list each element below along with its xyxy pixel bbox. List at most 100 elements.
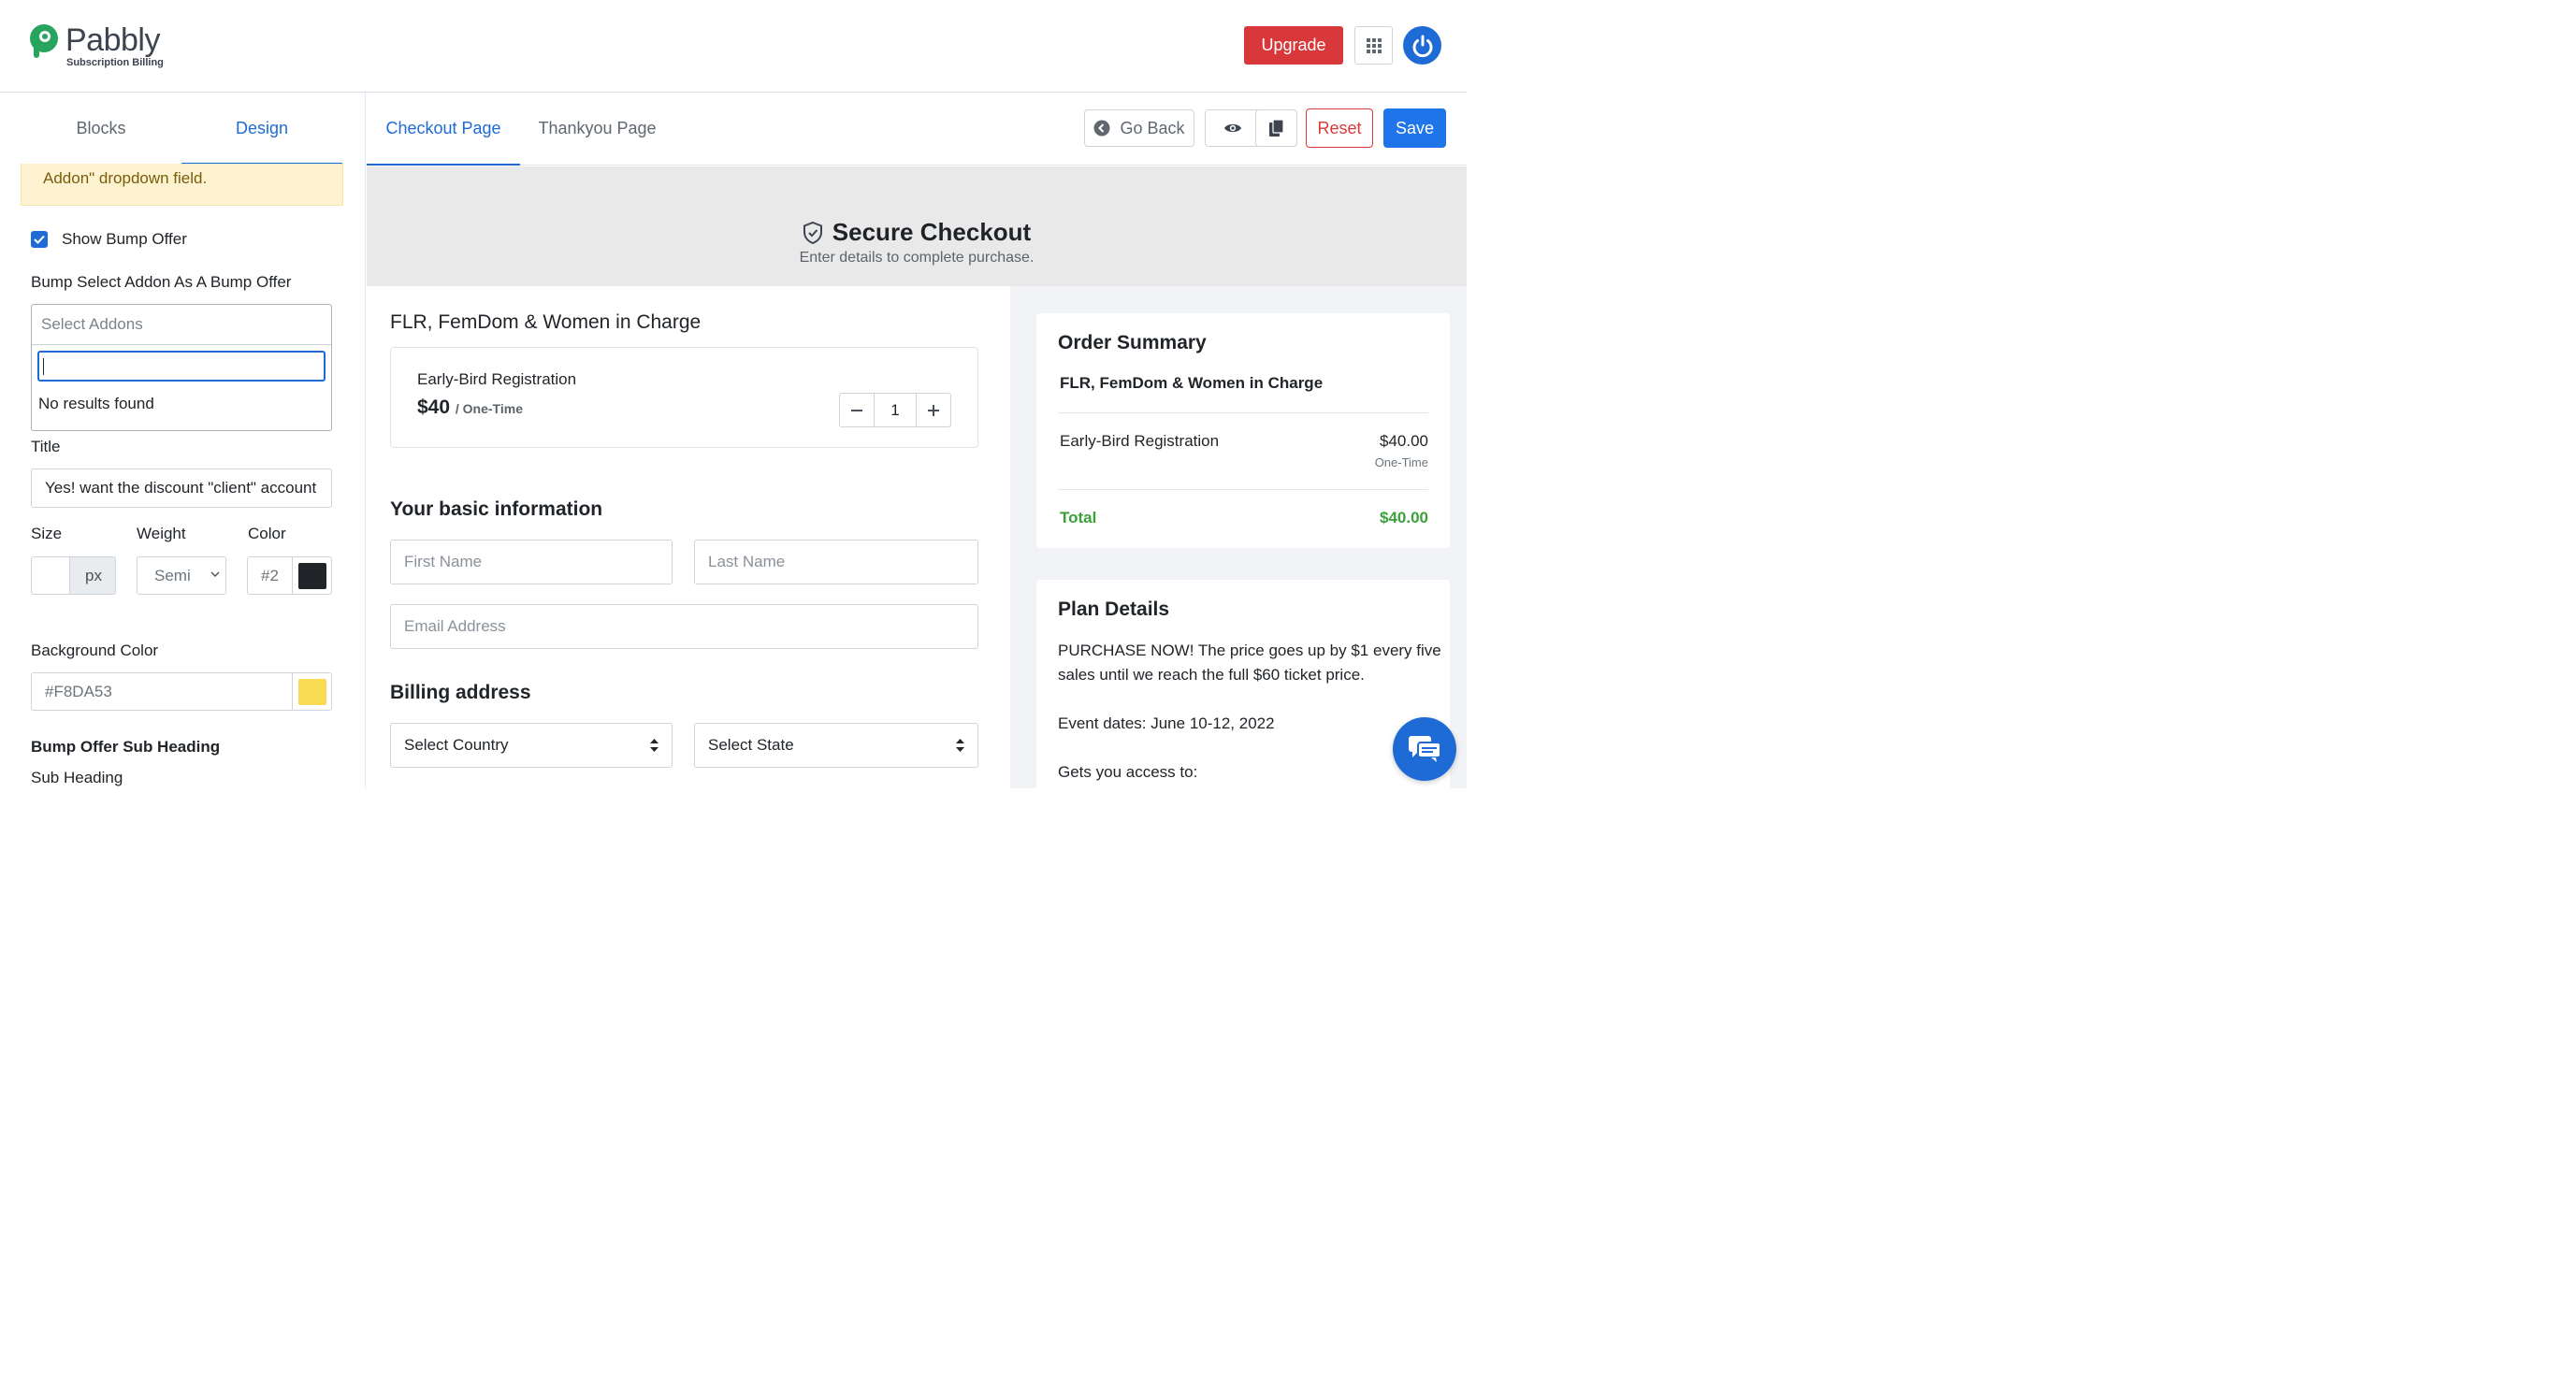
plan-details-title: Plan Details bbox=[1058, 598, 1170, 620]
sort-arrows-icon bbox=[956, 739, 964, 752]
chat-widget-button[interactable] bbox=[1393, 717, 1456, 781]
checkout-header: Secure Checkout Enter details to complet… bbox=[367, 166, 1467, 286]
order-summary-title: Order Summary bbox=[1058, 332, 1207, 353]
quantity-value[interactable]: 1 bbox=[874, 394, 917, 426]
state-select-label: Select State bbox=[708, 736, 794, 754]
top-bar: Pabbly Subscription Billing Upgrade bbox=[0, 0, 1467, 93]
plan-details-paragraph: Event dates: June 10-12, 2022 bbox=[1058, 714, 1275, 732]
show-bump-offer-label: Show Bump Offer bbox=[62, 230, 187, 248]
decrement-button[interactable] bbox=[840, 394, 874, 426]
checkout-sidebar: Order Summary FLR, FemDom & Women in Cha… bbox=[1010, 286, 1467, 804]
show-bump-offer-checkbox[interactable] bbox=[31, 231, 48, 248]
show-bump-offer-row[interactable]: Show Bump Offer bbox=[31, 229, 187, 250]
color-swatch bbox=[297, 562, 326, 589]
increment-button[interactable] bbox=[917, 394, 950, 426]
addon-select[interactable]: Select Addons No results found bbox=[31, 304, 332, 431]
secure-checkout-title: Secure Checkout bbox=[832, 218, 1032, 246]
tab-checkout-page[interactable]: Checkout Page bbox=[367, 93, 520, 166]
state-select[interactable]: Select State bbox=[694, 723, 978, 768]
shield-check-icon bbox=[803, 221, 822, 244]
plan-details-card: Plan Details PURCHASE NOW! The price goe… bbox=[1036, 580, 1450, 804]
total-label: Total bbox=[1060, 509, 1097, 526]
apps-button[interactable] bbox=[1354, 26, 1393, 65]
minus-icon bbox=[851, 409, 862, 411]
power-icon bbox=[1412, 35, 1432, 57]
logo-mark-icon bbox=[30, 24, 58, 58]
reset-button[interactable]: Reset bbox=[1306, 108, 1373, 148]
weight-label: Weight bbox=[137, 525, 186, 542]
plus-icon bbox=[928, 404, 939, 416]
country-select[interactable]: Select Country bbox=[390, 723, 673, 768]
tab-blocks[interactable]: Blocks bbox=[21, 93, 181, 165]
size-unit: px bbox=[69, 557, 115, 594]
plan-price-row: $40 / One-Time bbox=[417, 396, 523, 419]
order-item-amount: $40.00 bbox=[1380, 432, 1428, 450]
save-button[interactable]: Save bbox=[1383, 108, 1446, 148]
total-amount: $40.00 bbox=[1380, 509, 1428, 526]
info-notice: Addon" dropdown field. bbox=[21, 164, 343, 206]
title-input[interactable]: Yes! want the discount "client" account bbox=[31, 469, 332, 508]
preview-button[interactable] bbox=[1205, 109, 1261, 147]
background-swatch-button[interactable] bbox=[292, 673, 331, 710]
logo-name: Pabbly bbox=[65, 22, 160, 58]
order-summary-card: Order Summary FLR, FemDom & Women in Cha… bbox=[1036, 313, 1450, 548]
plan-details-paragraph: PURCHASE NOW! The price goes up by $1 ev… bbox=[1058, 642, 1441, 684]
sub-heading-section-title: Bump Offer Sub Heading bbox=[31, 738, 221, 756]
addon-search-input[interactable] bbox=[37, 351, 326, 382]
sort-arrows-icon bbox=[650, 739, 658, 752]
color-label: Color bbox=[248, 525, 286, 542]
upgrade-button[interactable]: Upgrade bbox=[1244, 26, 1343, 65]
color-value: #2 bbox=[261, 567, 279, 584]
text-caret bbox=[43, 358, 44, 375]
order-item-name: Early-Bird Registration bbox=[1060, 432, 1220, 450]
color-swatch-button[interactable] bbox=[292, 557, 331, 594]
chevron-down-icon bbox=[210, 571, 220, 577]
background-color-value: #F8DA53 bbox=[45, 683, 112, 700]
addon-select-placeholder: Select Addons bbox=[41, 315, 143, 333]
color-input[interactable]: #2 bbox=[247, 556, 332, 595]
bump-select-label: Bump Select Addon As A Bump Offer bbox=[31, 273, 292, 291]
go-back-button[interactable]: Go Back bbox=[1084, 109, 1194, 147]
secure-checkout-subtitle: Enter details to complete purchase. bbox=[799, 250, 1035, 266]
background-color-swatch bbox=[297, 678, 326, 705]
eye-icon bbox=[1224, 123, 1241, 133]
plan-details-paragraph: Gets you access to: bbox=[1058, 763, 1198, 781]
plan-card[interactable]: Early-Bird Registration $40 / One-Time 1 bbox=[390, 347, 978, 448]
chat-icon bbox=[1409, 736, 1441, 762]
divider bbox=[32, 344, 331, 345]
billing-address-heading: Billing address bbox=[390, 682, 531, 703]
logo-subtitle: Subscription Billing bbox=[66, 57, 164, 68]
size-label: Size bbox=[31, 525, 63, 542]
title-label: Title bbox=[31, 438, 61, 455]
basic-info-heading: Your basic information bbox=[390, 498, 603, 520]
grid-icon bbox=[1366, 37, 1382, 53]
secure-checkout-title-row: Secure Checkout bbox=[367, 218, 1467, 252]
first-name-field[interactable]: First Name bbox=[390, 540, 673, 584]
go-back-label: Go Back bbox=[1120, 118, 1185, 137]
sub-heading-label: Sub Heading bbox=[31, 769, 123, 786]
plan-price: $40 bbox=[417, 396, 451, 418]
email-field[interactable]: Email Address bbox=[390, 604, 978, 649]
order-item-period: One-Time bbox=[1374, 455, 1428, 469]
check-icon bbox=[34, 235, 45, 244]
weight-select[interactable]: Semi bbox=[137, 556, 226, 595]
size-input[interactable]: px bbox=[31, 556, 116, 595]
last-name-field[interactable]: Last Name bbox=[694, 540, 978, 584]
account-button[interactable] bbox=[1403, 26, 1441, 65]
background-color-input[interactable]: #F8DA53 bbox=[31, 672, 332, 711]
checkout-form: FLR, FemDom & Women in Charge Early-Bird… bbox=[367, 286, 1010, 788]
plan-period: / One-Time bbox=[455, 401, 523, 416]
quantity-stepper[interactable]: 1 bbox=[839, 393, 951, 427]
arrow-left-circle-icon bbox=[1093, 120, 1110, 137]
product-title: FLR, FemDom & Women in Charge bbox=[390, 311, 702, 333]
divider bbox=[1058, 412, 1428, 413]
design-panel: Blocks Design Addon" dropdown field. Sho… bbox=[0, 93, 366, 788]
weight-value: Semi bbox=[154, 567, 191, 584]
divider bbox=[1058, 489, 1428, 490]
editor-toolbar: Checkout Page Thankyou Page Go Back Rese… bbox=[367, 93, 1467, 166]
tab-thankyou-page[interactable]: Thankyou Page bbox=[520, 93, 674, 166]
copy-icon bbox=[1268, 120, 1284, 137]
plan-name: Early-Bird Registration bbox=[417, 370, 577, 388]
duplicate-button[interactable] bbox=[1255, 109, 1297, 147]
tab-design[interactable]: Design bbox=[181, 93, 342, 165]
